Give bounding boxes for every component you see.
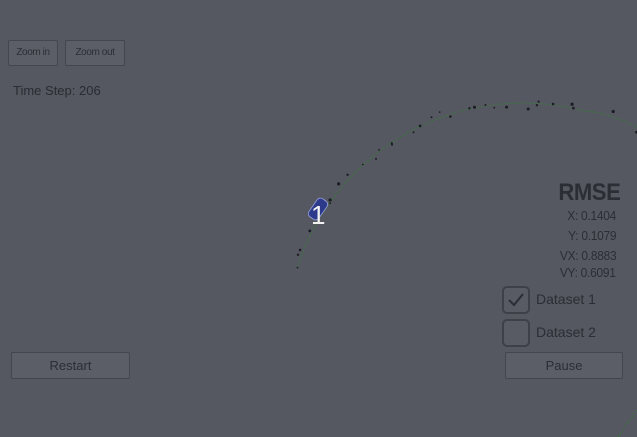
measurement-point (378, 149, 380, 151)
measurement-point (430, 116, 433, 119)
measurement-point (526, 107, 530, 111)
measurement-point (551, 102, 555, 106)
rmse-y-value: Y: 0.1079 (567, 228, 616, 243)
measurement-point (296, 266, 299, 269)
measurement-point (391, 143, 393, 146)
rmse-title: RMSE (558, 179, 620, 206)
measurement-point (572, 106, 575, 110)
time-step-label: Time Step: 206 (13, 83, 101, 98)
measurement-point (337, 182, 341, 186)
dataset-1-checkbox[interactable] (502, 286, 530, 314)
vehicle-label: 1 (311, 200, 326, 230)
measurement-point (473, 105, 476, 109)
measurement-point (361, 163, 364, 166)
measurement-point (298, 248, 302, 252)
measurement-point (328, 198, 332, 202)
measurement-point (505, 105, 509, 109)
restart-button[interactable]: Restart (11, 352, 130, 379)
measurement-point (484, 104, 487, 106)
pause-button[interactable]: Pause (505, 352, 623, 379)
measurement-point (375, 157, 377, 160)
measurement-point (346, 173, 349, 176)
dataset-2-checkbox[interactable] (502, 319, 530, 347)
rmse-vx-value: VX: 0.8883 (559, 248, 617, 263)
measurement-point (468, 107, 471, 110)
measurement-point (418, 124, 422, 128)
measurement-point (449, 115, 452, 118)
rmse-vy-value: VY: 0.6091 (560, 265, 616, 280)
measurement-point (438, 111, 441, 113)
measurement-point (537, 100, 540, 103)
measurement-point (493, 106, 496, 109)
rmse-x-value: X: 0.1404 (567, 208, 616, 223)
measurement-point (329, 202, 332, 205)
zoom-in-button[interactable]: Zoom in (8, 40, 58, 66)
measurement-point (296, 253, 300, 256)
zoom-out-button[interactable]: Zoom out (65, 40, 125, 66)
dataset-2-label[interactable]: Dataset 2 (536, 324, 596, 340)
measurement-point (412, 131, 415, 134)
measurement-point (611, 109, 615, 114)
measurement-point (535, 104, 539, 107)
measurement-point (570, 102, 574, 106)
checkmark-icon (508, 293, 524, 307)
trajectory-line (617, 409, 637, 437)
dataset-1-label[interactable]: Dataset 1 (536, 291, 596, 307)
